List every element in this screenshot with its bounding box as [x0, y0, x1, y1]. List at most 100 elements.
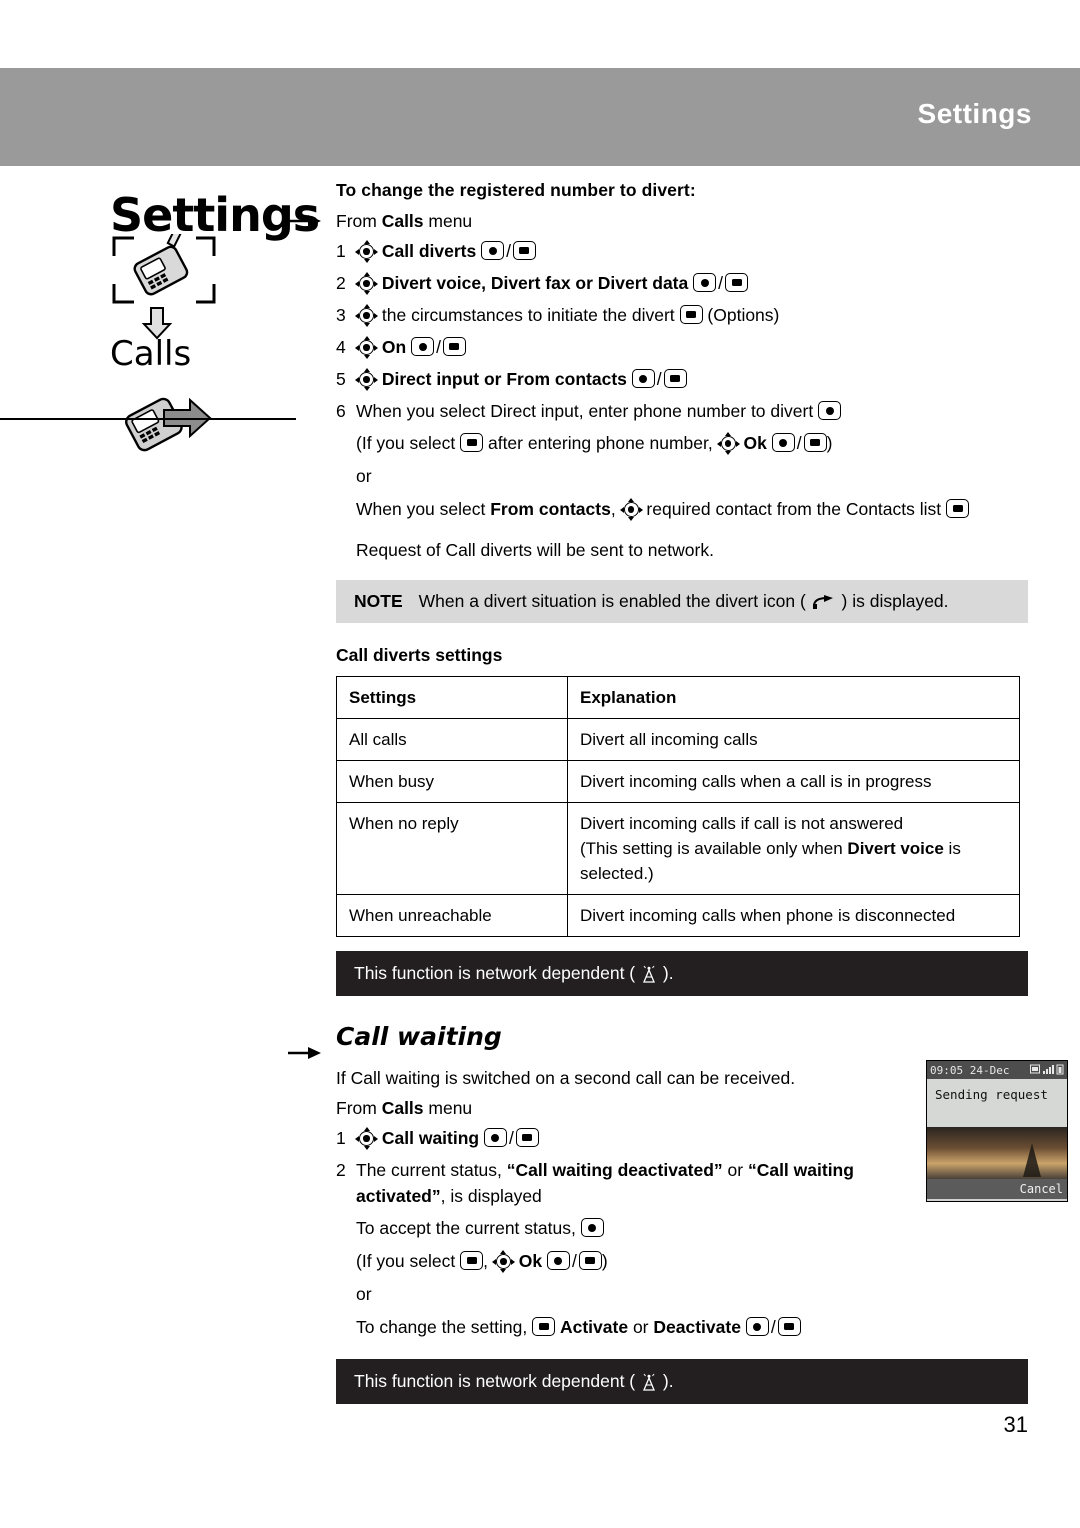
table-header-row: Settings Explanation — [336, 676, 1020, 719]
step-4-number: 4 — [336, 337, 346, 357]
step-5-body: Direct input or From contacts / — [355, 366, 1028, 392]
table-header-explanation: Explanation — [567, 676, 1020, 719]
select-key-icon — [818, 401, 842, 420]
step-3-tail: (Options) — [707, 305, 780, 325]
network-antenna-icon — [641, 1373, 657, 1391]
cw-step-2-number: 2 — [336, 1160, 346, 1180]
table-cell-bold-term: Divert voice — [847, 839, 944, 858]
navigation-key-icon — [355, 304, 378, 327]
step-6-ok-label: Ok — [743, 433, 767, 453]
from-prefix-1: From — [336, 211, 382, 231]
step-4: 4 On / — [336, 334, 1028, 360]
table-row: When no reply Divert incoming calls if c… — [336, 802, 1020, 895]
select-key-icon — [481, 241, 505, 260]
step-3-body: the circumstances to initiate the divert… — [355, 302, 1028, 328]
calls-bold-2: Calls — [381, 1098, 424, 1118]
phone-outline-icon — [110, 226, 218, 311]
step-3: 3 the circumstances to initiate the dive… — [336, 302, 1028, 328]
header-band-title: Settings — [917, 98, 1032, 129]
select-key-icon — [483, 1128, 507, 1147]
request-sent-line: Request of Call diverts will be sent to … — [356, 540, 714, 560]
call-waiting-intro: If Call waiting is switched on a second … — [336, 1068, 796, 1088]
cw-paren-open: (If you select — [356, 1251, 456, 1271]
network-band-text-b: ). — [662, 963, 674, 983]
cw-change-line: To change the setting, Activate or Deact… — [356, 1314, 1028, 1341]
step-3-label: the circumstances to initiate the divert — [381, 305, 675, 325]
soft-key-icon — [512, 241, 536, 260]
from-contacts-prefix: When you select — [356, 499, 491, 519]
soft-key-icon — [946, 499, 969, 518]
cw-activate-label: Activate — [559, 1317, 629, 1337]
navigation-key-icon — [619, 498, 643, 521]
step-6-number: 6 — [336, 401, 346, 421]
soft-key-icon — [460, 433, 484, 452]
navigation-key-icon — [355, 336, 378, 359]
from-suffix-2: menu — [423, 1098, 473, 1118]
cw-step-1: 1 Call waiting / — [336, 1125, 1028, 1151]
rail-pointer-icon-1 — [288, 215, 321, 227]
step-6-label: When you select Direct input, enter phon… — [356, 401, 814, 421]
page-number: 31 — [1003, 1412, 1028, 1437]
note-text-a: When a divert situation is enabled the d… — [418, 591, 806, 611]
table-cell-explanation: Divert incoming calls when a call is in … — [567, 760, 1020, 803]
step-1-number: 1 — [336, 241, 346, 261]
phone-status-bar: 09:05 24-Dec — [927, 1061, 1067, 1079]
table-cell-setting: When unreachable — [336, 894, 568, 937]
cw-status-quote: “Call waiting deactivated” — [506, 1160, 723, 1180]
cw-step-2-body: The current status, “Call waiting deacti… — [356, 1160, 854, 1206]
phone-screen-message: Sending request — [935, 1087, 1048, 1102]
tower-shape-icon — [1023, 1143, 1041, 1177]
table-caption: Call diverts settings — [336, 645, 503, 665]
table-row: When busy Divert incoming calls when a c… — [336, 760, 1020, 803]
cw-step-1-label: Call waiting — [381, 1128, 480, 1148]
table-header-settings: Settings — [336, 676, 568, 719]
step-1-body: Call diverts / — [355, 238, 1028, 264]
or-line-1: or — [356, 466, 372, 486]
call-diverts-settings-table: Settings Explanation All calls Divert al… — [336, 676, 1020, 937]
phone-arrow-icon — [112, 384, 212, 467]
cw-deactivate-label: Deactivate — [653, 1317, 741, 1337]
section-lead: To change the registered number to diver… — [336, 180, 696, 200]
navigation-key-icon — [355, 240, 378, 263]
from-contacts-suffix: required contact from the Contacts list — [646, 499, 946, 519]
soft-key-icon — [460, 1251, 484, 1270]
navigation-key-icon — [491, 1250, 515, 1273]
battery-signal-icons — [1030, 1063, 1064, 1078]
rail-pointer-icon-2 — [288, 1047, 321, 1059]
table-cell-explanation: Divert all incoming calls — [567, 718, 1020, 761]
step-6-paren-mid: after entering phone number, — [487, 433, 713, 453]
table-cell-explanation: Divert incoming calls when phone is disc… — [567, 894, 1020, 937]
section-heading-call-waiting: Call waiting — [336, 1022, 502, 1051]
soft-key-icon — [442, 337, 466, 356]
soft-key-icon — [803, 433, 827, 452]
phone-softkey-bar: Cancel — [927, 1179, 1067, 1199]
from-prefix-2: From — [336, 1098, 382, 1118]
left-rail: Settings Calls — [0, 166, 321, 1528]
step-3-number: 3 — [336, 305, 346, 325]
from-calls-menu-line-2: From Calls menu — [336, 1098, 1028, 1119]
cw-or-label: or — [632, 1317, 649, 1337]
cw-ok-label: Ok — [518, 1251, 543, 1271]
network-dependent-band-2: This function is network dependent ( ). — [336, 1359, 1028, 1404]
soft-key-icon — [532, 1317, 556, 1336]
select-key-icon — [631, 369, 655, 388]
select-key-icon — [411, 337, 435, 356]
table-cell-setting: When no reply — [336, 802, 568, 895]
soft-key-icon — [679, 305, 703, 324]
network-band2-text-a: This function is network dependent ( — [354, 1371, 636, 1391]
phone-wallpaper — [927, 1127, 1067, 1179]
step-1-label: Call diverts — [381, 241, 477, 261]
cw-parenthetical: (If you select , Ok /) — [356, 1250, 608, 1273]
step-2-body: Divert voice, Divert fax or Divert data … — [355, 270, 1028, 296]
navigation-key-icon — [355, 368, 378, 391]
select-key-icon — [745, 1317, 769, 1336]
rail-divider — [0, 418, 296, 420]
select-key-icon — [771, 433, 795, 452]
navigation-key-icon — [355, 272, 378, 295]
from-contacts-bold: From contacts — [490, 499, 611, 519]
phone-softkey-cancel[interactable]: Cancel — [1020, 1182, 1063, 1196]
step-5-number: 5 — [336, 369, 346, 389]
soft-key-icon — [777, 1317, 801, 1336]
step-5-label: Direct input or From contacts — [381, 369, 627, 389]
table-cell-setting: When busy — [336, 760, 568, 803]
